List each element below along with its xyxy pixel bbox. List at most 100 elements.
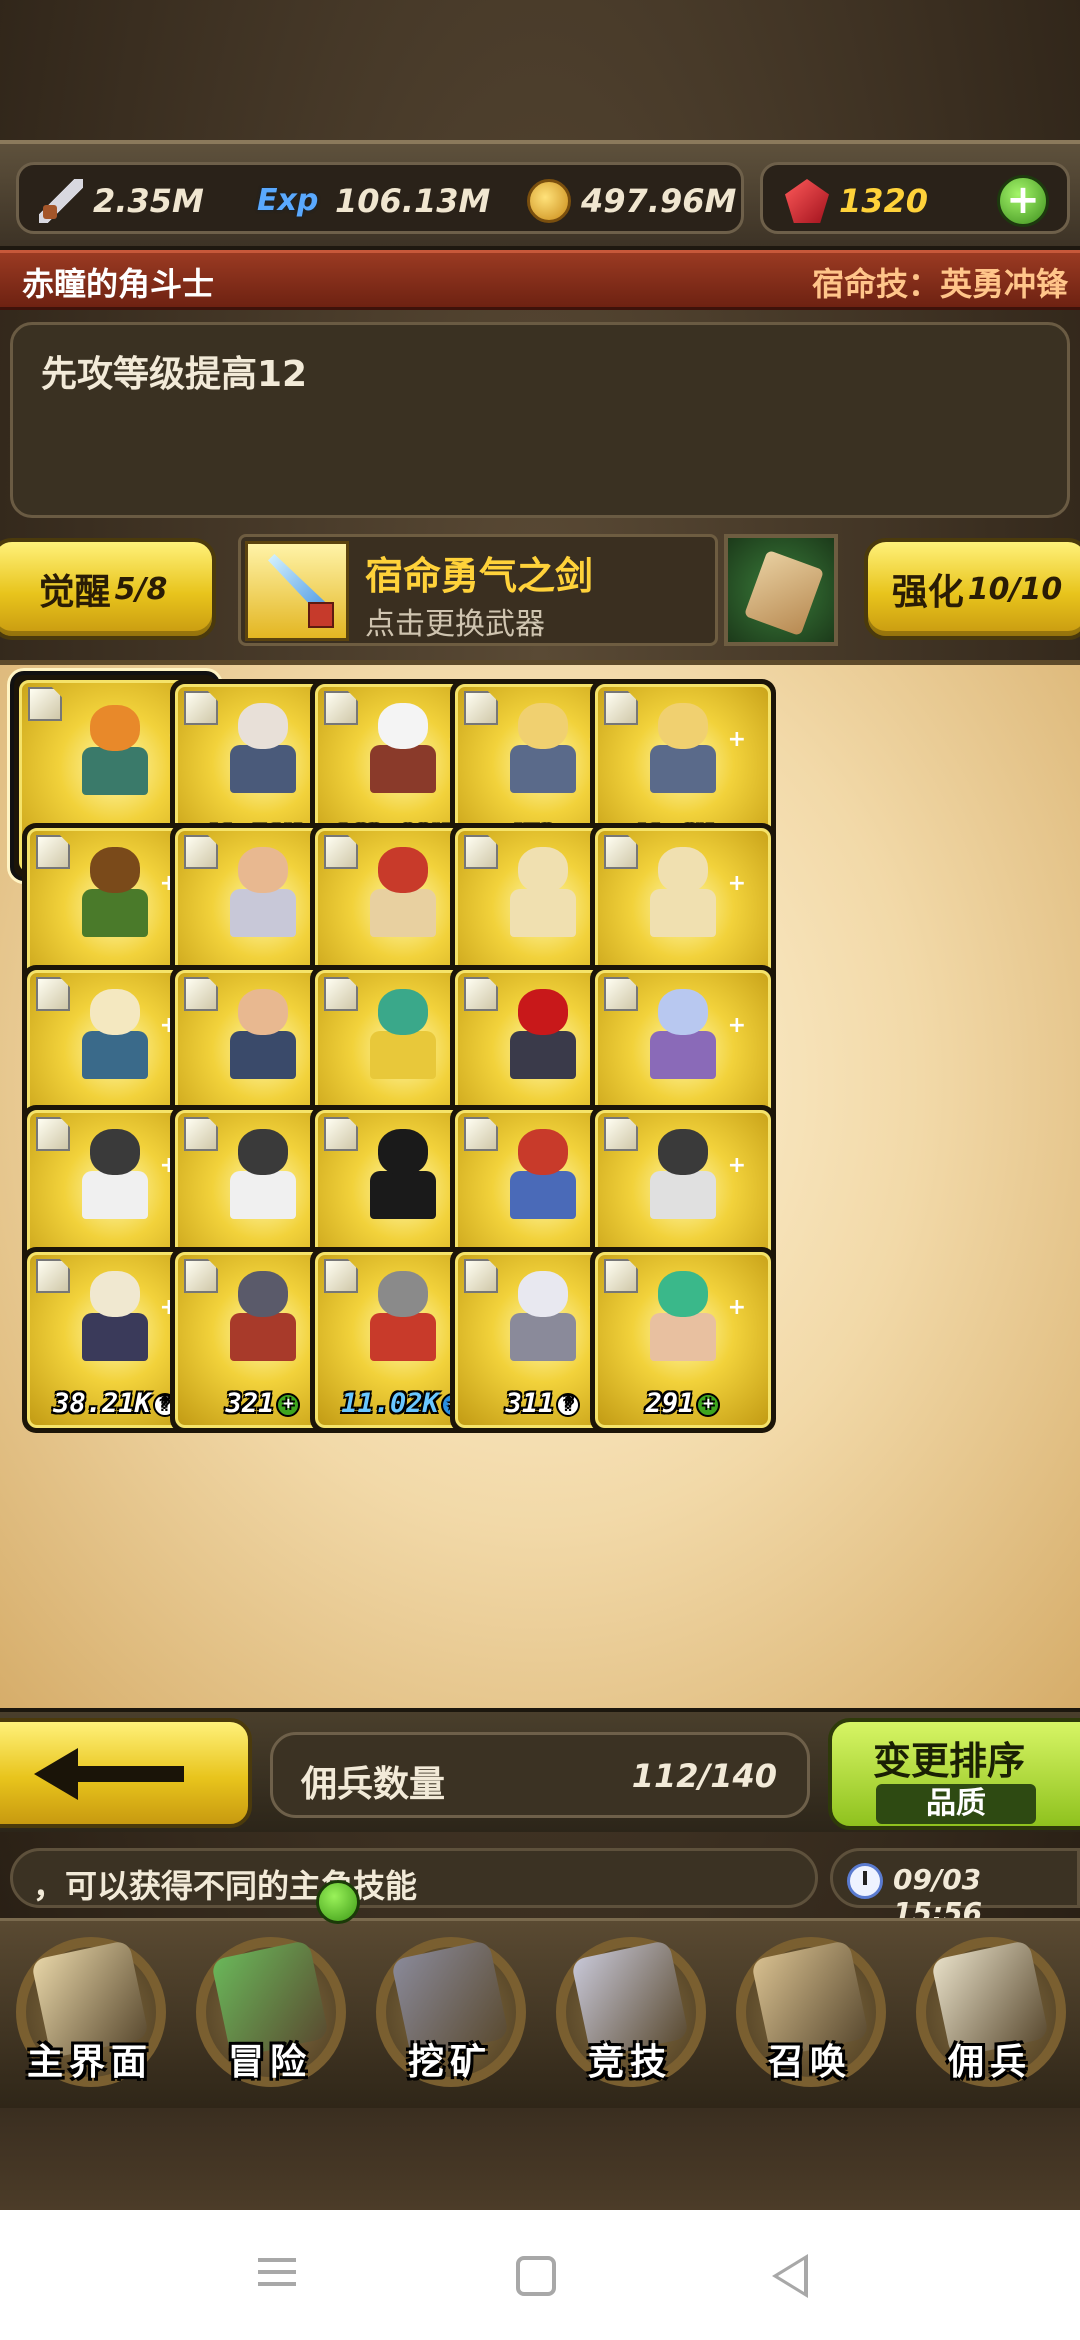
- clock-box: 09/03 15:56: [830, 1848, 1080, 1929]
- mercenary-portrait: [500, 703, 586, 794]
- sparkle-icon: +: [727, 1295, 746, 1320]
- mercenary-portrait: [72, 1129, 158, 1220]
- mercenary-roster[interactable]: +277.03K+41.51K⊘+163.09K⊘+473⊘+41.6K⊘+15…: [0, 660, 1080, 1708]
- mercenary-portrait: [360, 847, 446, 938]
- exp-value: 106.13M: [335, 182, 491, 220]
- unknown-status-icon: ?: [556, 1392, 581, 1417]
- mercenary-portrait: [220, 847, 306, 938]
- ruby-icon: [785, 179, 829, 223]
- nav-label: 召唤: [767, 2042, 852, 2083]
- sort-mode: 品质: [876, 1784, 1036, 1824]
- mercenary-portrait: [640, 1271, 726, 1362]
- tag-icon: [464, 1117, 498, 1151]
- sparkle-icon: +: [727, 727, 746, 752]
- destiny-skill: 宿命技：英勇冲锋: [811, 265, 1068, 303]
- tag-icon: [184, 1259, 218, 1293]
- mercenary-count-box: 佣兵数量 112/140: [270, 1732, 810, 1818]
- news-ticker: ，可以获得不同的主角技能: [10, 1848, 818, 1908]
- mercenary-portrait: [360, 703, 446, 794]
- sort-title: 变更排序: [872, 1739, 1025, 1783]
- nav-item-3[interactable]: 竞技: [540, 1921, 720, 2111]
- mercenary-portrait: [360, 1129, 446, 1220]
- nav-item-4[interactable]: 召唤: [720, 1921, 900, 2111]
- mercenary-portrait: [640, 703, 726, 794]
- tag-icon: [324, 691, 358, 725]
- nav-item-0[interactable]: 主界面: [0, 1921, 180, 2111]
- mercenary-portrait: [220, 1129, 306, 1220]
- gem-value: 1320: [839, 182, 929, 220]
- count-label: 佣兵数量: [301, 1764, 446, 1805]
- gold-resource: 497.96M: [527, 165, 736, 237]
- tag-icon: [604, 835, 638, 869]
- weapon-sword-icon: [245, 541, 349, 641]
- back-button[interactable]: [0, 1718, 252, 1828]
- mercenary-portrait: [72, 989, 158, 1080]
- mercenary-portrait: [640, 1129, 726, 1220]
- change-weapon-button[interactable]: 宿命勇气之剑 点击更换武器: [238, 534, 718, 646]
- exp-resource: Exp 106.13M: [257, 165, 490, 237]
- tag-icon: [324, 977, 358, 1011]
- change-sort-button[interactable]: 变更排序 品质: [828, 1718, 1080, 1830]
- mercenary-portrait: [360, 989, 446, 1080]
- home-icon[interactable]: [516, 2256, 556, 2296]
- mercenary-portrait: [500, 847, 586, 938]
- tag-icon: [464, 691, 498, 725]
- nav-label: 竞技: [587, 2042, 672, 2083]
- gem-panel: 1320 +: [760, 162, 1070, 234]
- awaken-button[interactable]: 觉醒 5/8: [0, 538, 216, 640]
- mercenary-portrait: [500, 1271, 586, 1362]
- menu-icon[interactable]: [258, 2250, 308, 2300]
- main-nav: 主界面 冒险 挖矿 竞技 召唤 佣兵: [0, 1918, 1080, 2108]
- tag-icon: [36, 1117, 70, 1151]
- nav-item-2[interactable]: 挖矿: [360, 1921, 540, 2111]
- back-triangle-icon[interactable]: [772, 2254, 808, 2298]
- enhance-button[interactable]: 强化 10/10: [864, 538, 1080, 640]
- mercenary-portrait: [220, 1271, 306, 1362]
- awaken-label: 觉醒: [38, 572, 111, 613]
- gold-value: 497.96M: [581, 182, 737, 220]
- mercenary-portrait: [360, 1271, 446, 1362]
- nav-item-1[interactable]: 冒险: [180, 1921, 360, 2111]
- tag-icon: [324, 1117, 358, 1151]
- tag-icon: [604, 977, 638, 1011]
- tag-icon: [28, 687, 62, 721]
- tag-icon: [464, 835, 498, 869]
- mercenary-portrait: [500, 1129, 586, 1220]
- roster-footer: 佣兵数量 112/140 变更排序 品质: [0, 1708, 1080, 1832]
- hero-title-bar: 赤瞳的角斗士 宿命技：英勇冲锋: [0, 250, 1080, 310]
- tag-icon: [604, 691, 638, 725]
- weapon-row: 觉醒 5/8 宿命勇气之剑 点击更换武器 强化 10/10: [0, 530, 1080, 650]
- mercenary-card[interactable]: +291 +: [590, 1247, 776, 1433]
- green-status-icon: +: [696, 1392, 721, 1417]
- mercenary-portrait: [72, 704, 158, 795]
- mercenary-portrait: [220, 989, 306, 1080]
- tag-icon: [604, 1117, 638, 1151]
- sparkle-icon: +: [727, 871, 746, 896]
- mercenary-portrait: [640, 989, 726, 1080]
- attack-resource: 2.35M: [39, 165, 204, 237]
- nav-label: 挖矿: [407, 2042, 492, 2083]
- tag-icon: [36, 1259, 70, 1293]
- hero-name: 赤瞳的角斗士: [22, 265, 215, 303]
- bottom-map-strip: [0, 2108, 1080, 2210]
- sparkle-icon: +: [727, 1153, 746, 1178]
- tag-icon: [36, 977, 70, 1011]
- scroll-icon-button[interactable]: [724, 534, 838, 646]
- enhance-label: 强化: [891, 572, 964, 613]
- resource-panel: 2.35M Exp 106.13M 497.96M: [16, 162, 744, 234]
- gem-resource: 1320: [785, 165, 928, 237]
- notification-dot-icon: [316, 1880, 360, 1924]
- sparkle-icon: +: [727, 1013, 746, 1038]
- nav-item-5[interactable]: 佣兵: [900, 1921, 1080, 2111]
- exp-icon: Exp: [257, 183, 319, 218]
- awaken-value: 5/8: [114, 571, 168, 607]
- add-gems-button[interactable]: +: [997, 175, 1049, 227]
- nav-label: 佣兵: [947, 2042, 1032, 2083]
- tag-icon: [324, 1259, 358, 1293]
- mercenary-portrait: [72, 847, 158, 938]
- enhance-value: 10/10: [967, 571, 1063, 607]
- tag-icon: [464, 977, 498, 1011]
- clock-icon: [847, 1863, 883, 1899]
- tag-icon: [604, 1259, 638, 1293]
- nav-label: 主界面: [26, 2042, 153, 2083]
